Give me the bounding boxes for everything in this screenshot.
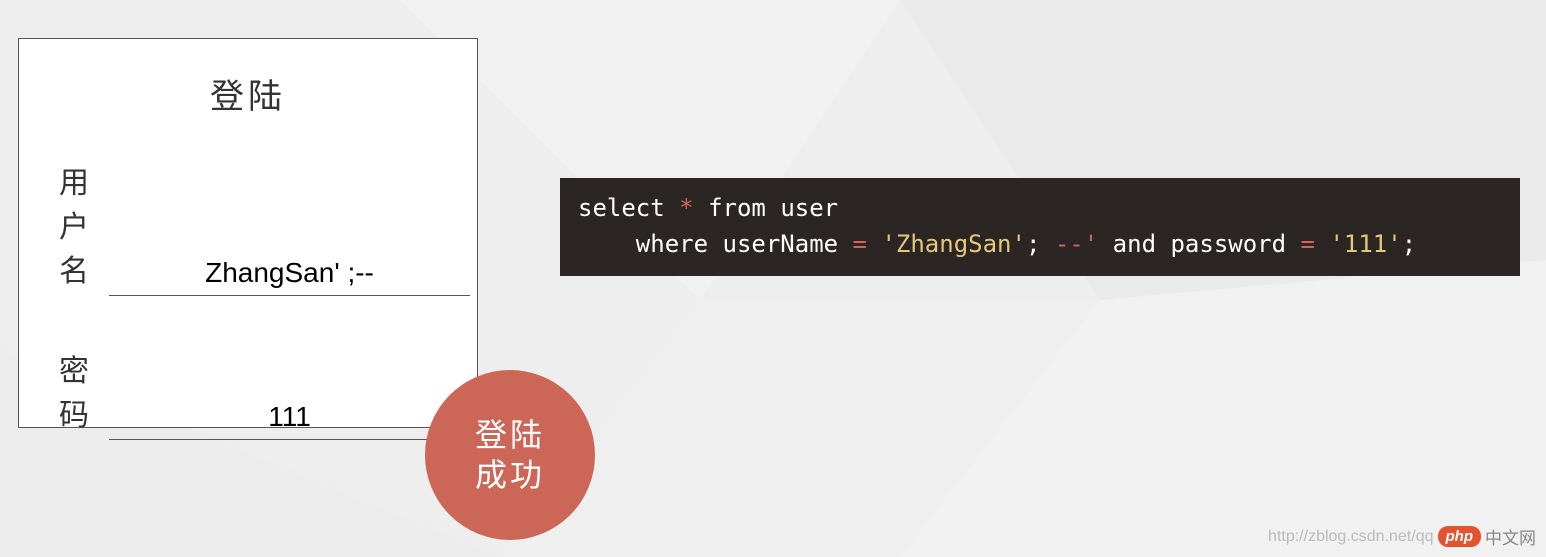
kw-select: select [578, 194, 665, 222]
badge-line-1: 登陆 [475, 417, 545, 453]
kw-where: where [636, 230, 708, 258]
watermark: http://zblog.csdn.net/qq php 中文网 [1268, 524, 1536, 549]
password-row: 密码 [59, 346, 437, 440]
semi-1: ; [1026, 230, 1040, 258]
sql-code-block: select * from user where userName = 'Zha… [560, 178, 1520, 276]
password-input[interactable] [109, 397, 470, 440]
val-password: '111' [1329, 230, 1401, 258]
col-username: userName [723, 230, 839, 258]
eq-1: = [853, 230, 867, 258]
watermark-url: http://zblog.csdn.net/qq [1268, 528, 1433, 546]
watermark-tail: 中文网 [1485, 524, 1536, 549]
val-username: 'ZhangSan' [881, 230, 1026, 258]
kw-from: from [708, 194, 766, 222]
semi-2: ; [1402, 230, 1416, 258]
login-title: 登陆 [59, 69, 437, 118]
username-input[interactable] [109, 253, 470, 296]
badge-line-2: 成功 [475, 457, 545, 493]
eq-2: = [1301, 230, 1315, 258]
username-label: 用户名 [59, 158, 91, 296]
watermark-pill: php [1438, 526, 1482, 547]
username-row: 用户名 [59, 158, 437, 296]
sql-comment: --' [1055, 230, 1098, 258]
kw-and: and [1113, 230, 1156, 258]
login-success-badge: 登陆 成功 [425, 370, 595, 540]
col-password: password [1170, 230, 1286, 258]
sql-star: * [679, 194, 693, 222]
login-form: 登陆 用户名 密码 [18, 38, 478, 428]
password-label: 密码 [59, 346, 91, 440]
sql-table: user [780, 194, 838, 222]
